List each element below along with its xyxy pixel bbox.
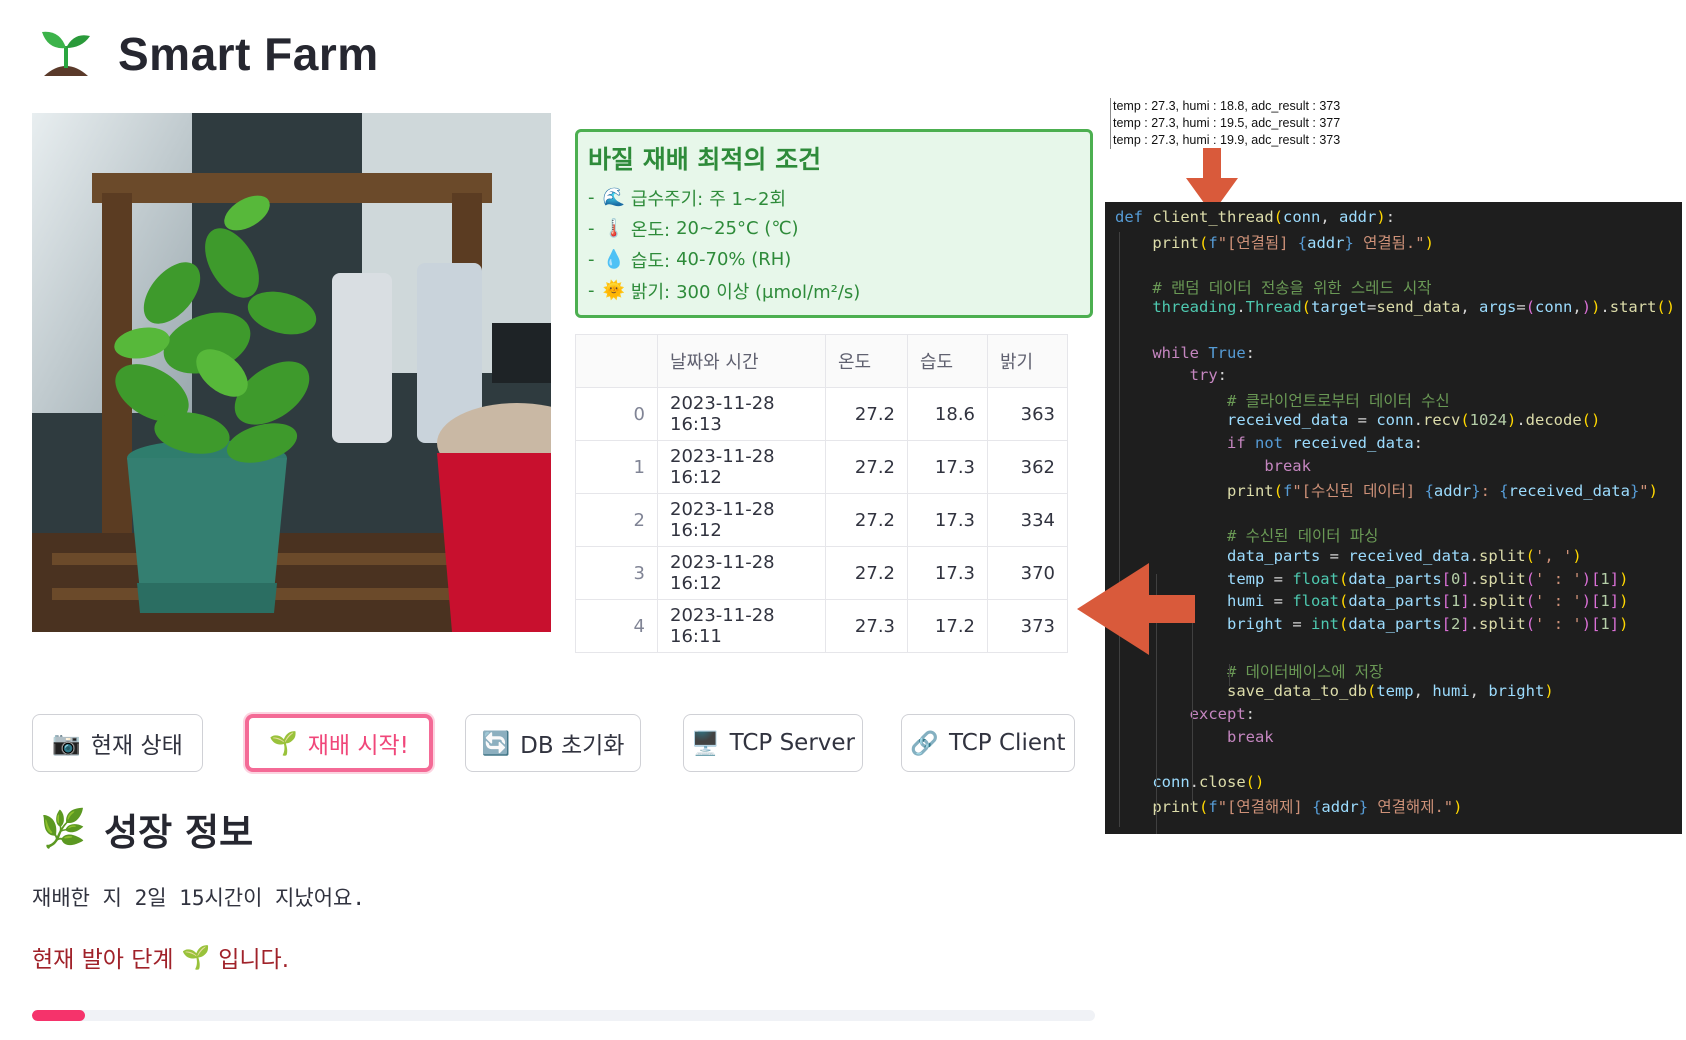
condition-temperature: - 🌡️ 온도: 20~25°C (℃)	[588, 218, 799, 241]
tcp-server-button[interactable]: 🖥️ TCP Server	[683, 714, 863, 772]
table-cell[interactable]: 27.2	[825, 493, 908, 547]
elapsed-time-text: 재배한 지 2일 15시간이 지났어요.	[32, 886, 365, 910]
table-cell[interactable]: 2	[575, 493, 658, 547]
link-icon: 🔗	[910, 730, 940, 757]
column-header-index[interactable]	[575, 334, 658, 388]
table-cell[interactable]: 3	[575, 546, 658, 600]
log-line: temp : 27.3, humi : 19.5, adc_result : 3…	[1113, 116, 1341, 130]
condition-brightness: - 🌞 밝기: 300 이상 (μmol/m²/s)	[588, 280, 861, 303]
conditions-box: 바질 재배 최적의 조건 - 🌊 급수주기: 주 1~2회 - 🌡️ 온도: 2…	[575, 129, 1093, 318]
table-cell[interactable]: 18.6	[907, 387, 988, 441]
log-line: temp : 27.3, humi : 19.9, adc_result : 3…	[1113, 133, 1341, 147]
growth-stage-text: 현재 발아 단계 🌱 입니다.	[32, 944, 290, 974]
current-status-button[interactable]: 📷 현재 상태	[32, 714, 203, 772]
table-cell[interactable]: 0	[575, 387, 658, 441]
serial-log: temp : 27.3, humi : 18.8, adc_result : 3…	[1110, 98, 1340, 149]
condition-humidity: - 💧 습도: 40-70% (RH)	[588, 249, 792, 272]
arrow-left-icon	[1077, 563, 1195, 655]
start-cultivation-button[interactable]: 🌱 재배 시작!	[245, 714, 433, 772]
table-cell[interactable]: 363	[987, 387, 1068, 441]
seedling-icon: 🌱	[181, 944, 211, 971]
column-header-brightness[interactable]: 밝기	[987, 334, 1068, 388]
sun-icon: 🌞	[602, 280, 625, 301]
table-cell[interactable]: 4	[575, 599, 658, 653]
table-cell[interactable]: 370	[987, 546, 1068, 600]
table-cell[interactable]: 17.3	[907, 546, 988, 600]
growth-section-title: 🌿 성장 정보	[40, 807, 254, 854]
table-cell[interactable]: 2023-11-28 16:12	[657, 440, 826, 494]
table-cell[interactable]: 17.2	[907, 599, 988, 653]
camera-icon: 📷	[52, 730, 81, 757]
wave-icon: 🌊	[602, 187, 625, 208]
table-cell[interactable]: 2023-11-28 16:12	[657, 493, 826, 547]
table-cell[interactable]: 2023-11-28 16:12	[657, 546, 826, 600]
table-cell[interactable]: 362	[987, 440, 1068, 494]
table-cell[interactable]: 27.3	[825, 599, 908, 653]
table-row: 4 2023-11-28 16:11 27.3 17.2 373	[575, 599, 1068, 653]
growth-progress-fill	[32, 1010, 86, 1021]
column-header-datetime[interactable]: 날짜와 시간	[657, 334, 826, 388]
db-reset-button[interactable]: 🔄 DB 초기화	[465, 714, 641, 772]
table-cell[interactable]: 17.3	[907, 493, 988, 547]
table-cell[interactable]: 1	[575, 440, 658, 494]
page-title: Smart Farm	[118, 28, 379, 80]
code-panel: def client_thread(conn, addr): print(f"[…	[1105, 202, 1682, 834]
table-row: 2 2023-11-28 16:12 27.2 17.3 334	[575, 493, 1068, 547]
herb-icon: 🌿	[40, 807, 87, 850]
table-cell[interactable]: 334	[987, 493, 1068, 547]
column-header-temperature[interactable]: 온도	[825, 334, 908, 388]
table-cell[interactable]: 27.2	[825, 546, 908, 600]
table-header-row: 날짜와 시간 온도 습도 밝기	[575, 334, 1068, 388]
log-line: temp : 27.3, humi : 18.8, adc_result : 3…	[1113, 99, 1341, 113]
growth-progress-bar	[32, 1010, 1095, 1021]
table-cell[interactable]: 2023-11-28 16:11	[657, 599, 826, 653]
table-row: 3 2023-11-28 16:12 27.2 17.3 370	[575, 546, 1068, 600]
seedling-icon: 🌱	[269, 730, 298, 757]
refresh-icon: 🔄	[481, 730, 511, 757]
condition-watering: - 🌊 급수주기: 주 1~2회	[588, 187, 787, 210]
sensor-table[interactable]: 날짜와 시간 온도 습도 밝기 0 2023-11-28 16:13 27.2 …	[575, 334, 1068, 653]
thermometer-icon: 🌡️	[602, 218, 625, 239]
monitor-icon: 🖥️	[690, 730, 720, 757]
table-cell[interactable]: 373	[987, 599, 1068, 653]
plant-photo	[32, 113, 551, 632]
column-header-humidity[interactable]: 습도	[907, 334, 988, 388]
table-cell[interactable]: 27.2	[825, 387, 908, 441]
tcp-client-button[interactable]: 🔗 TCP Client	[901, 714, 1075, 772]
droplet-icon: 💧	[602, 249, 625, 270]
table-cell[interactable]: 2023-11-28 16:13	[657, 387, 826, 441]
table-cell[interactable]: 17.3	[907, 440, 988, 494]
table-row: 1 2023-11-28 16:12 27.2 17.3 362	[575, 440, 1068, 494]
table-cell[interactable]: 27.2	[825, 440, 908, 494]
seedling-icon	[42, 31, 90, 76]
table-row: 0 2023-11-28 16:13 27.2 18.6 363	[575, 387, 1068, 441]
conditions-title: 바질 재배 최적의 조건	[588, 145, 822, 174]
header: Smart Farm	[38, 26, 379, 82]
